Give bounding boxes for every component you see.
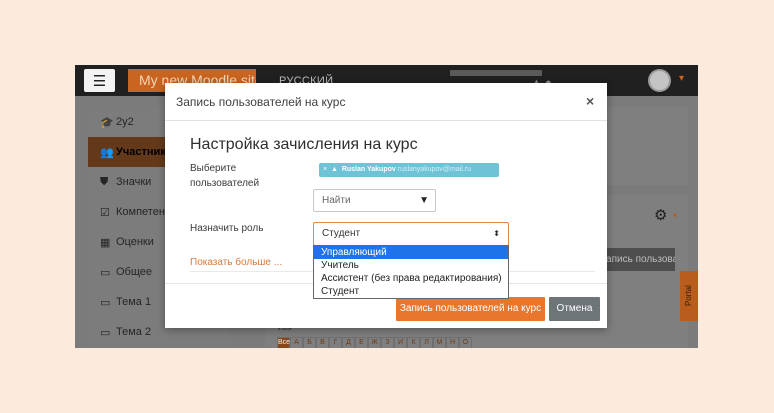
role-selected-value: Студент	[322, 228, 361, 239]
role-option[interactable]: Учитель	[314, 259, 508, 272]
nav-divider	[450, 70, 542, 76]
folder-icon: ▭	[100, 326, 111, 339]
folder-icon: ▭	[100, 266, 111, 279]
dropdown-caret-icon[interactable]: ▼	[419, 190, 429, 211]
role-select[interactable]: Студент ⬍	[313, 222, 509, 246]
sidebar-item-label: Тема 2	[116, 326, 152, 338]
dialog-header: Запись пользователей на курс ×	[165, 83, 607, 121]
menu-toggle-button[interactable]: ☰	[84, 69, 115, 92]
role-option[interactable]: Ассистент (без права редактирования)	[314, 272, 508, 285]
assign-role-label: Назначить роль	[190, 223, 264, 234]
show-more-link[interactable]: Показать больше ...	[190, 257, 282, 268]
gear-icon[interactable]: ⚙	[654, 206, 667, 224]
selected-user-email: ruslanyakupov@mail.ru	[397, 166, 471, 173]
folder-icon: ▭	[100, 296, 111, 309]
close-icon[interactable]: ×	[586, 93, 594, 109]
checkbox-icon: ☑	[100, 206, 110, 219]
alpha-filter-letter[interactable]: А	[290, 337, 303, 348]
sidebar-item-label: 2y2	[116, 116, 134, 128]
alpha-filter-letter[interactable]: В	[316, 337, 329, 348]
cancel-button[interactable]: Отмена	[549, 297, 600, 321]
sidebar-item-label: Общее	[116, 266, 153, 278]
chevron-down-icon[interactable]: ▾	[673, 211, 677, 220]
role-dropdown-list: Управляющий Учитель Ассистент (без права р…	[313, 245, 509, 299]
portal-tab[interactable]: Portal	[680, 271, 698, 321]
alpha-filter-letter[interactable]: Все	[277, 337, 290, 348]
enrol-users-submit-button[interactable]: Запись пользователей на курс	[396, 297, 545, 321]
chevron-down-icon[interactable]: ▾	[679, 73, 684, 84]
sidebar-item-label: Оценки	[116, 236, 154, 248]
alpha-filter-letter[interactable]: Е	[355, 337, 368, 348]
alpha-filter-letter[interactable]: Г	[329, 337, 342, 348]
select-users-label: Выберите пользователей	[190, 163, 260, 189]
section-title: Настройка зачисления на курс	[190, 136, 418, 153]
enrol-users-dialog: Запись пользователей на курс × Настройка…	[165, 83, 607, 328]
avatar[interactable]	[648, 69, 671, 92]
select-arrows-icon: ⬍	[493, 229, 500, 238]
dialog-title: Запись пользователей на курс	[176, 95, 346, 109]
users-icon: 👥	[100, 146, 114, 159]
hamburger-icon: ☰	[92, 72, 107, 90]
alpha-filter-letter[interactable]: Д	[342, 337, 355, 348]
alpha-filter-letter[interactable]: Б	[303, 337, 316, 348]
alpha-filter-letter[interactable]: О	[459, 337, 472, 348]
selected-user-name: Ruslan Yakupov	[341, 166, 396, 173]
remove-user-icon[interactable]: ×	[323, 166, 327, 173]
graduation-cap-icon: 🎓	[100, 116, 114, 129]
first-name-filter: Все А Б В Г Д Е Ж З И К Л М Н О	[277, 337, 472, 348]
user-icon: ▲	[329, 166, 340, 173]
shield-icon: ⛊	[100, 175, 109, 188]
selected-user-chip[interactable]: × ▲ Ruslan Yakupov ruslanyakupov@mail.ru	[319, 163, 499, 177]
table-icon: ▦	[100, 236, 111, 249]
alpha-filter-letter[interactable]: К	[407, 337, 420, 348]
user-search-input[interactable]: Найти ▼	[313, 189, 436, 212]
alpha-filter-letter[interactable]: З	[381, 337, 394, 348]
alpha-filter-letter[interactable]: И	[394, 337, 407, 348]
alpha-filter-letter[interactable]: М	[433, 337, 446, 348]
role-option[interactable]: Студент	[314, 285, 508, 298]
search-placeholder: Найти	[322, 195, 351, 206]
enroll-users-page-button[interactable]: Запись пользователей на курс	[600, 248, 675, 271]
alpha-filter-letter[interactable]: Л	[420, 337, 433, 348]
sidebar-item-label: Значки	[116, 176, 152, 188]
sidebar-item-label: Тема 1	[116, 296, 152, 308]
alpha-filter-letter[interactable]: Ж	[368, 337, 381, 348]
alpha-filter-letter[interactable]: Н	[446, 337, 459, 348]
role-option[interactable]: Управляющий	[314, 246, 508, 259]
